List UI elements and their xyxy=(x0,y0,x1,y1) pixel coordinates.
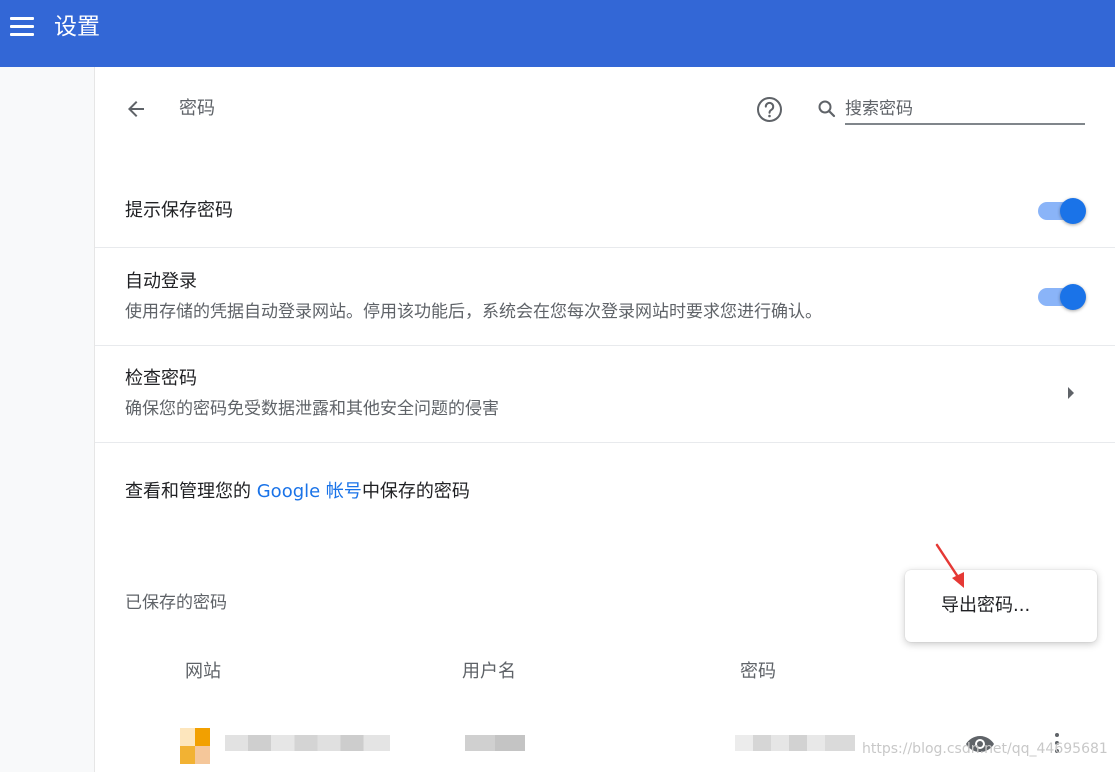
chevron-right-icon[interactable] xyxy=(1065,385,1077,401)
watermark: https://blog.csdn.net/qq_44695681 xyxy=(862,741,1108,757)
column-header-password: 密码 xyxy=(740,661,776,682)
search-input[interactable] xyxy=(845,95,1085,125)
help-circle-icon[interactable] xyxy=(756,96,783,123)
column-header-website: 网站 xyxy=(185,661,221,682)
auto-signin-toggle[interactable] xyxy=(1038,284,1086,310)
auto-signin-label: 自动登录 xyxy=(125,271,197,292)
divider xyxy=(95,442,1115,443)
google-account-link[interactable]: Google 帐号 xyxy=(257,481,362,502)
auto-signin-description: 使用存储的凭据自动登录网站。停用该功能后，系统会在您每次登录网站时要求您进行确认… xyxy=(125,302,822,322)
export-passwords-menu-item[interactable]: 导出密码... xyxy=(941,594,1030,618)
left-nav-panel xyxy=(0,67,95,772)
offer-to-save-toggle[interactable] xyxy=(1038,198,1086,224)
page-title: 密码 xyxy=(179,98,215,119)
divider xyxy=(95,247,1115,248)
site-favicon-icon xyxy=(180,728,210,764)
manage-account-suffix: 中保存的密码 xyxy=(361,481,470,502)
top-bar: 设置 xyxy=(0,0,1115,67)
offer-to-save-label: 提示保存密码 xyxy=(125,200,233,221)
check-passwords-description: 确保您的密码免受数据泄露和其他安全问题的侵害 xyxy=(125,399,499,419)
app-title: 设置 xyxy=(54,14,100,40)
check-passwords-label: 检查密码 xyxy=(125,368,197,389)
divider xyxy=(95,345,1115,346)
column-header-username: 用户名 xyxy=(462,661,516,682)
saved-passwords-heading: 已保存的密码 xyxy=(125,593,227,613)
annotation-arrow-icon xyxy=(935,543,964,588)
blurred-username xyxy=(465,735,525,751)
manage-account-prefix: 查看和管理您的 xyxy=(125,481,257,502)
hamburger-menu-icon[interactable] xyxy=(10,17,34,37)
blurred-password xyxy=(735,735,855,751)
passwords-card: 密码 提示保存密码 自动登录 使用存储的凭据自动登录网站。停用该功能后，系统会在… xyxy=(95,67,1115,772)
manage-account-text: 查看和管理您的 Google 帐号中保存的密码 xyxy=(125,480,470,504)
back-arrow-icon[interactable] xyxy=(124,97,148,121)
search-icon xyxy=(818,100,836,118)
blurred-website xyxy=(225,735,390,751)
